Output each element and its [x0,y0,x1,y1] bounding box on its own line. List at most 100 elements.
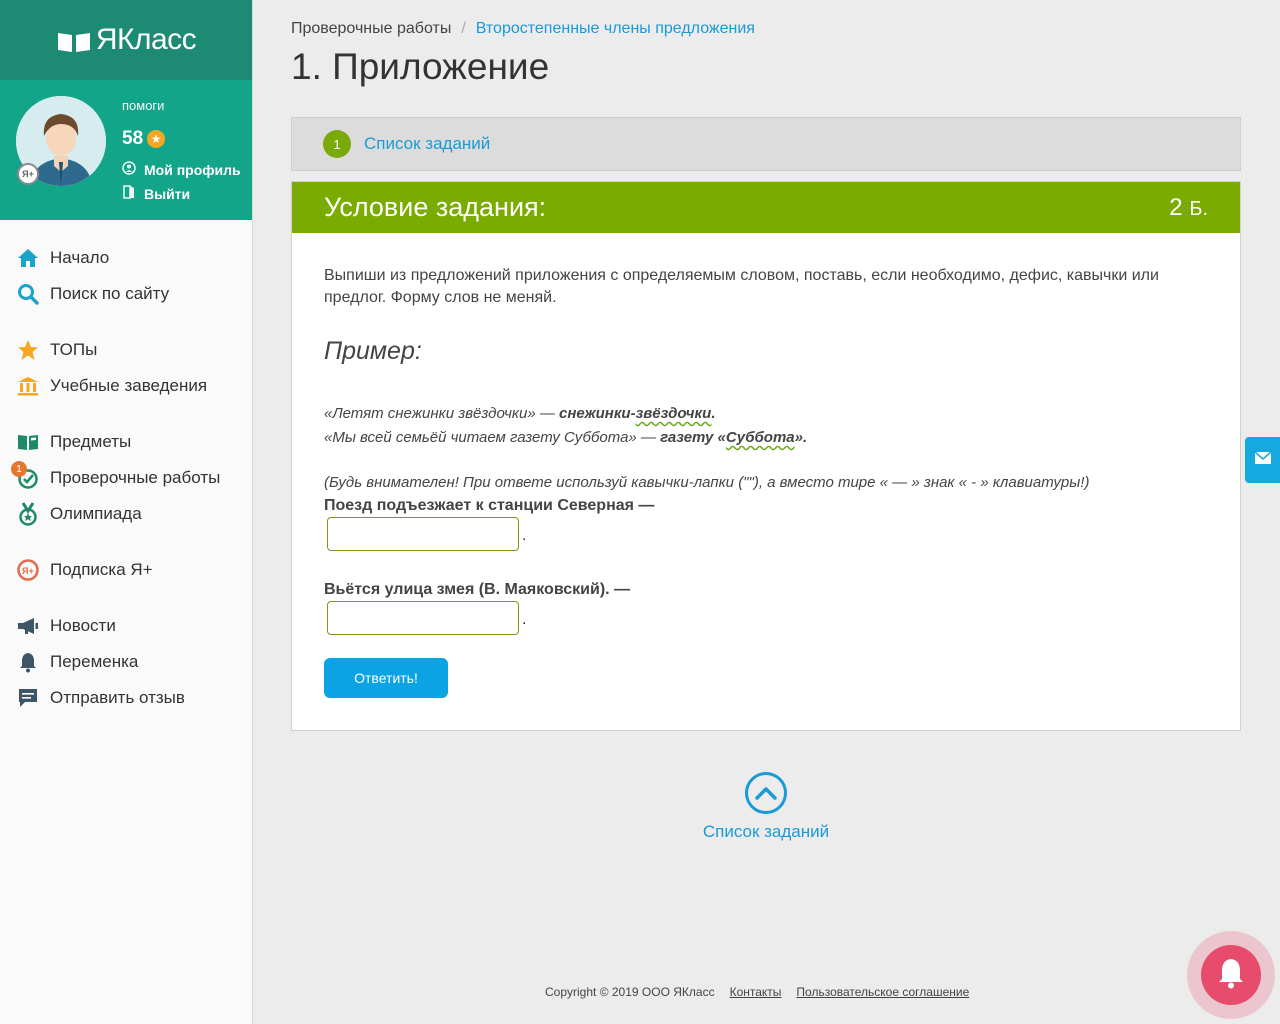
page-title: 1. Приложение [291,46,550,87]
example-1-answer-end: . [711,405,716,422]
sidebar-item-label: ТОПы [50,340,98,359]
task-header: Условие задания: 2 Б. [292,182,1240,233]
question-1: Поезд подъезжает к станции Северная — [324,497,655,514]
sidebar-item-break[interactable]: Переменка [0,644,252,680]
task-list-bar: 1 Список заданий [291,117,1241,171]
back-to-list: Список заданий [291,772,1241,842]
svg-text:Я+: Я+ [22,566,34,576]
sidebar-item-label: Подписка Я+ [50,560,153,579]
tests-count-badge: 1 [11,461,27,477]
example-1-question: «Летят снежинки звёздочки» — [324,405,560,422]
books-icon [16,430,40,454]
breadcrumb-current[interactable]: Второстепенные члены предложения [476,20,755,38]
breadcrumb-separator: / [461,20,466,37]
door-icon [122,185,136,202]
sidebar-item-tests[interactable]: 1 Проверочные работы [0,460,252,496]
notifications-button-inner [1201,945,1261,1005]
my-profile-label: Мой профиль [144,161,241,178]
feedback-tab[interactable] [1245,437,1280,483]
sidebar-item-label: Начало [50,248,110,267]
task-list-link[interactable]: Список заданий [364,134,490,154]
task-header-title: Условие задания: [324,192,547,222]
breadcrumb-root[interactable]: Проверочные работы [291,20,451,38]
example-2-answer-underlined: Суббота [725,429,795,446]
medal-icon [16,502,40,526]
megaphone-icon [16,614,40,638]
answer-1-period: . [522,527,527,544]
example-1-answer-underlined: звёздочки [635,405,712,422]
star-icon [16,338,40,362]
contacts-link[interactable]: Контакты [730,985,782,999]
logo[interactable]: ЯКласс [0,0,252,80]
back-to-list-link[interactable]: Список заданий [703,822,829,842]
sidebar: ЯКласс Я+ помоги 58 ★ Мой профиль Выйти … [0,0,253,1024]
bell-icon [1215,956,1247,995]
star-coin-icon: ★ [147,130,166,148]
sidebar-item-search[interactable]: Поиск по сайту [0,276,252,312]
answer-button[interactable]: Ответить! [324,658,448,698]
bell-icon [16,650,40,674]
chevron-up-icon[interactable] [745,772,787,814]
logo-text: ЯКласс [95,23,197,56]
task-number-badge[interactable]: 1 [323,130,351,158]
footer: Copyright © 2019 ООО ЯКласс Контакты Пол… [545,985,969,999]
example-heading: Пример: [324,337,422,365]
ya-plus-badge: Я+ [17,163,39,185]
chat-icon [16,686,40,710]
sidebar-nav: Начало Поиск по сайту ТОПы Учебные завед… [0,220,252,716]
answer-row-2: . [324,601,1208,635]
task-instruction: Выпиши из предложений приложения с опред… [324,267,1159,306]
answer-2-period: . [522,611,527,628]
sidebar-item-label: Переменка [50,652,139,671]
magnifier-icon [16,282,40,306]
sidebar-item-home[interactable]: Начало [0,240,252,276]
building-icon [16,374,40,398]
logout-label: Выйти [144,185,191,202]
sidebar-item-subjects[interactable]: Предметы [0,424,252,460]
profile-name: помоги [122,98,165,113]
points-value: 58 [122,128,144,149]
sidebar-item-label: Поиск по сайту [50,284,170,303]
sidebar-item-label: Олимпиада [50,504,142,523]
example-2-question: «Мы всей семьёй читаем газету Суббота» — [324,429,661,446]
task-points-unit: Б. [1189,197,1208,220]
profile-panel: Я+ помоги 58 ★ Мой профиль Выйти [0,80,252,220]
sidebar-item-label: Новости [50,616,116,635]
agreement-link[interactable]: Пользовательское соглашение [796,985,969,999]
my-profile-link[interactable]: Мой профиль [122,161,241,178]
notifications-button[interactable] [1187,931,1275,1019]
answer-input-1[interactable] [327,517,519,551]
example-2-answer: газету «Суббота». [660,429,807,446]
logout-link[interactable]: Выйти [122,185,190,202]
ya-plus-icon: Я+ [16,558,40,582]
example-line-2: «Мы всей семьёй читаем газету Суббота» —… [324,426,1208,450]
task-points: 2 Б. [1169,194,1208,222]
profile-points: 58 ★ [122,128,166,150]
breadcrumb: Проверочные работы / Второстепенные член… [291,20,1241,38]
sidebar-item-schools[interactable]: Учебные заведения [0,368,252,404]
sidebar-item-olympiad[interactable]: Олимпиада [0,496,252,532]
sidebar-item-label: Отправить отзыв [50,688,185,707]
sidebar-item-label: Учебные заведения [50,376,208,395]
sidebar-item-subscription[interactable]: Я+ Подписка Я+ [0,552,252,588]
question-2: Вьётся улица змея (В. Маяковский). — [324,581,631,598]
envelope-icon [1254,450,1272,470]
copyright: Copyright © 2019 ООО ЯКласс [545,985,715,999]
task-note: (Будь внимателен! При ответе используй к… [324,474,1090,491]
example-2-answer-part: газету « [660,429,726,446]
answer-input-2[interactable] [327,601,519,635]
sidebar-item-label: Проверочные работы [50,468,221,487]
user-circle-icon [122,161,136,178]
example-line-1: «Летят снежинки звёздочки» — снежинки-зв… [324,402,1208,426]
sidebar-item-tops[interactable]: ТОПы [0,332,252,368]
example-1-answer: снежинки-звёздочки. [559,405,715,422]
sidebar-item-news[interactable]: Новости [0,608,252,644]
task-body: Выпиши из предложений приложения с опред… [292,233,1240,730]
sidebar-item-feedback[interactable]: Отправить отзыв [0,680,252,716]
example-2-answer-end: ». [794,429,808,446]
task-panel: Условие задания: 2 Б. Выпиши из предложе… [291,181,1241,731]
main-content: Проверочные работы / Второстепенные член… [291,0,1241,731]
sidebar-item-label: Предметы [50,432,132,451]
task-points-value: 2 [1169,193,1183,221]
example-1-answer-part: снежинки- [559,405,636,422]
